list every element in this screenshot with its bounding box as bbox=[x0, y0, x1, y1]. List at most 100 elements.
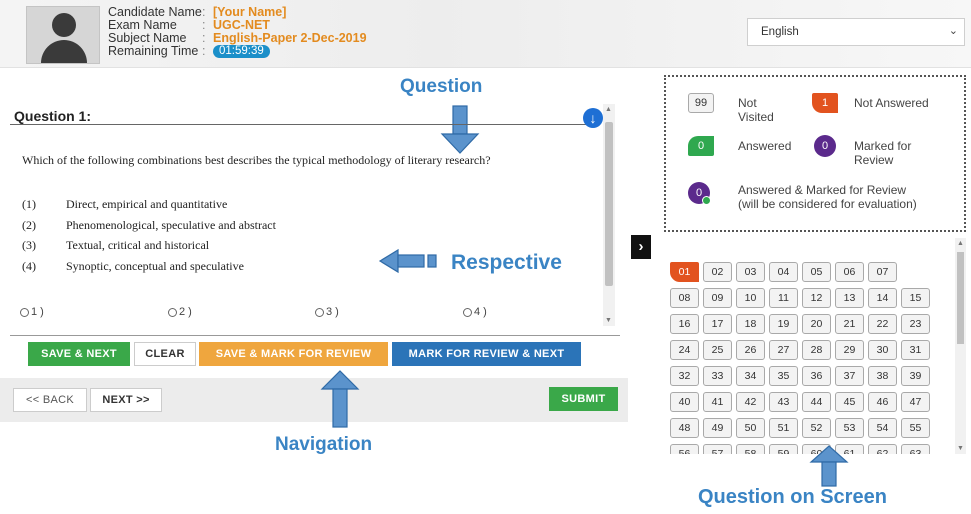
language-select[interactable]: English ⌄ bbox=[747, 18, 965, 46]
question-number-button[interactable]: 33 bbox=[703, 366, 732, 386]
back-button[interactable]: << BACK bbox=[13, 388, 87, 412]
question-number-button[interactable]: 48 bbox=[670, 418, 699, 438]
question-number-button[interactable]: 42 bbox=[736, 392, 765, 412]
question-number-button[interactable]: 03 bbox=[736, 262, 765, 282]
clear-button[interactable]: CLEAR bbox=[134, 342, 196, 366]
subject-name-value: English-Paper 2-Dec-2019 bbox=[213, 31, 367, 45]
question-number-button[interactable]: 10 bbox=[736, 288, 765, 308]
not-visited-badge: 99 bbox=[688, 93, 714, 113]
annotation-respective: Respective bbox=[451, 251, 562, 274]
question-number-button[interactable]: 35 bbox=[769, 366, 798, 386]
question-number-button[interactable]: 50 bbox=[736, 418, 765, 438]
question-number-button[interactable]: 46 bbox=[868, 392, 897, 412]
question-number-button[interactable]: 19 bbox=[769, 314, 798, 334]
mark-review-next-button[interactable]: MARK FOR REVIEW & NEXT bbox=[392, 342, 581, 366]
question-number-button[interactable]: 06 bbox=[835, 262, 864, 282]
annotation-question-on-screen: Question on Screen bbox=[698, 486, 887, 508]
question-number-button[interactable]: 17 bbox=[703, 314, 732, 334]
question-number-button[interactable]: 30 bbox=[868, 340, 897, 360]
marked-review-badge: 0 bbox=[814, 135, 836, 157]
not-visited-label: Not Visited bbox=[738, 96, 774, 124]
option-2: (2) Phenomenological, speculative and abs… bbox=[22, 218, 276, 232]
collapse-panel-button[interactable]: › bbox=[631, 235, 651, 259]
palette-scrollbar[interactable]: ▲ ▼ bbox=[955, 238, 966, 454]
question-number-button[interactable]: 22 bbox=[868, 314, 897, 334]
question-number-button[interactable]: 26 bbox=[736, 340, 765, 360]
question-number-button[interactable]: 08 bbox=[670, 288, 699, 308]
question-number-button[interactable]: 23 bbox=[901, 314, 930, 334]
question-number-button[interactable]: 54 bbox=[868, 418, 897, 438]
question-number-button[interactable]: 05 bbox=[802, 262, 831, 282]
down-arrow-question bbox=[440, 105, 480, 154]
option-1: (1) Direct, empirical and quantitative bbox=[22, 197, 228, 211]
answer-radio-2[interactable]: 2 ) bbox=[168, 306, 192, 318]
question-number-button[interactable]: 53 bbox=[835, 418, 864, 438]
question-number-button[interactable]: 11 bbox=[769, 288, 798, 308]
question-number-button[interactable]: 45 bbox=[835, 392, 864, 412]
question-number-button[interactable]: 47 bbox=[901, 392, 930, 412]
chevron-down-icon: ⌄ bbox=[948, 25, 958, 37]
answered-marked-label: Answered & Marked for Review (will be co… bbox=[738, 183, 917, 211]
scroll-down-icon[interactable]: ↓ bbox=[583, 108, 603, 128]
question-number-button[interactable]: 32 bbox=[670, 366, 699, 386]
up-arrow-palette bbox=[809, 445, 849, 487]
question-number-button[interactable]: 56 bbox=[670, 444, 699, 454]
question-number-button[interactable]: 51 bbox=[769, 418, 798, 438]
question-number-button[interactable]: 13 bbox=[835, 288, 864, 308]
answer-radio-1[interactable]: 1 ) bbox=[20, 306, 44, 318]
question-number-button[interactable]: 29 bbox=[835, 340, 864, 360]
question-number-button[interactable]: 62 bbox=[868, 444, 897, 454]
question-number-button[interactable]: 28 bbox=[802, 340, 831, 360]
answer-radio-4[interactable]: 4 ) bbox=[463, 306, 487, 318]
question-number-button[interactable]: 43 bbox=[769, 392, 798, 412]
question-number-button[interactable]: 52 bbox=[802, 418, 831, 438]
question-number-button[interactable]: 04 bbox=[769, 262, 798, 282]
question-number-button[interactable]: 34 bbox=[736, 366, 765, 386]
question-number-button[interactable]: 58 bbox=[736, 444, 765, 454]
question-number-button[interactable]: 37 bbox=[835, 366, 864, 386]
question-number-button[interactable]: 27 bbox=[769, 340, 798, 360]
question-title: Question 1: bbox=[14, 108, 92, 124]
header-bar: Candidate Name: [Your Name] Exam Name: UGC… bbox=[0, 0, 971, 68]
question-number-button[interactable]: 31 bbox=[901, 340, 930, 360]
annotation-navigation: Navigation bbox=[275, 434, 373, 455]
annotation-question: Question bbox=[400, 76, 483, 97]
question-number-button[interactable]: 21 bbox=[835, 314, 864, 334]
question-number-button[interactable]: 12 bbox=[802, 288, 831, 308]
question-number-button[interactable]: 25 bbox=[703, 340, 732, 360]
save-next-button[interactable]: SAVE & NEXT bbox=[28, 342, 130, 366]
question-number-button[interactable]: 63 bbox=[901, 444, 930, 454]
question-number-button[interactable]: 57 bbox=[703, 444, 732, 454]
question-number-button[interactable]: 44 bbox=[802, 392, 831, 412]
next-button[interactable]: NEXT >> bbox=[90, 388, 162, 412]
answer-radio-3[interactable]: 3 ) bbox=[315, 306, 339, 318]
question-number-button[interactable]: 49 bbox=[703, 418, 732, 438]
save-mark-review-button[interactable]: SAVE & MARK FOR REVIEW bbox=[199, 342, 388, 366]
question-number-button[interactable]: 39 bbox=[901, 366, 930, 386]
question-number-button[interactable]: 02 bbox=[703, 262, 732, 282]
remaining-time-value: 01:59:39 bbox=[213, 45, 270, 58]
question-number-button[interactable]: 41 bbox=[703, 392, 732, 412]
question-number-button[interactable]: 14 bbox=[868, 288, 897, 308]
up-arrow-navigation bbox=[320, 370, 360, 428]
submit-button[interactable]: SUBMIT bbox=[549, 387, 618, 411]
question-number-button[interactable]: 38 bbox=[868, 366, 897, 386]
question-number-button[interactable]: 18 bbox=[736, 314, 765, 334]
avatar bbox=[26, 6, 100, 64]
question-number-button[interactable]: 20 bbox=[802, 314, 831, 334]
question-number-button[interactable]: 01 bbox=[670, 262, 699, 282]
answered-badge: 0 bbox=[688, 136, 714, 156]
question-number-button[interactable]: 07 bbox=[868, 262, 897, 282]
question-text: Which of the following combinations best… bbox=[22, 153, 491, 167]
question-scrollbar[interactable]: ▲ ▼ bbox=[603, 104, 615, 326]
question-number-button[interactable]: 15 bbox=[901, 288, 930, 308]
status-legend: 99 Not Visited 1 Not Answered 0 Answered… bbox=[664, 75, 966, 232]
question-number-button[interactable]: 24 bbox=[670, 340, 699, 360]
question-number-button[interactable]: 16 bbox=[670, 314, 699, 334]
question-number-button[interactable]: 09 bbox=[703, 288, 732, 308]
question-number-button[interactable]: 40 bbox=[670, 392, 699, 412]
question-number-button[interactable]: 55 bbox=[901, 418, 930, 438]
option-4: (4) Synoptic, conceptual and speculative bbox=[22, 259, 244, 273]
question-number-button[interactable]: 59 bbox=[769, 444, 798, 454]
question-number-button[interactable]: 36 bbox=[802, 366, 831, 386]
